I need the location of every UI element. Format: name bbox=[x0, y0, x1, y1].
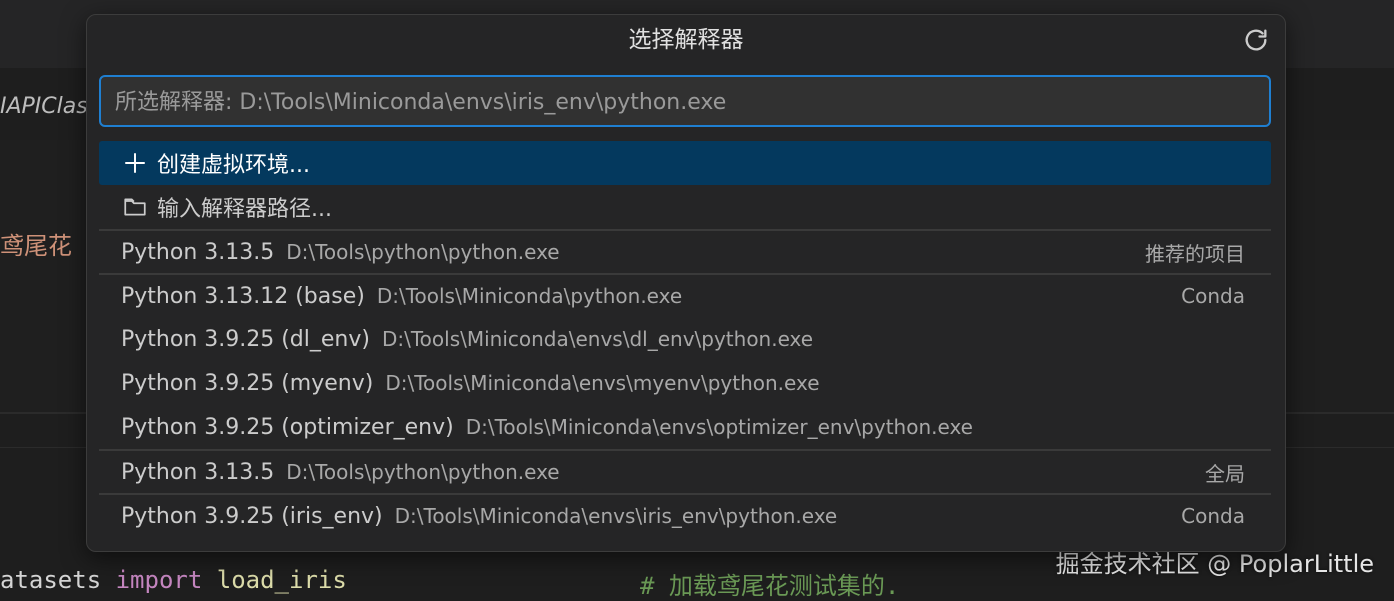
interpreter-group-tag: 推荐的项目 bbox=[1145, 241, 1245, 266]
interpreter-item[interactable]: Python 3.9.25 (iris_env) D:\Tools\Minico… bbox=[99, 493, 1271, 537]
interpreter-name: Python 3.9.25 (dl_env) bbox=[121, 326, 370, 352]
code-line: atasets import load_iris bbox=[0, 566, 347, 594]
create-venv-item[interactable]: 创建虚拟环境... bbox=[99, 141, 1271, 185]
code-comment: # 加载鸢尾花测试集的. bbox=[640, 572, 900, 600]
interpreter-item[interactable]: Python 3.13.5 D:\Tools\python\python.exe… bbox=[99, 229, 1271, 273]
search-box[interactable] bbox=[99, 75, 1271, 127]
interpreter-list: 创建虚拟环境... 输入解释器路径... Python 3.13.5 D:\To… bbox=[99, 141, 1271, 537]
interpreter-name: Python 3.9.25 (optimizer_env) bbox=[121, 414, 454, 440]
interpreter-group-tag: Conda bbox=[1181, 504, 1245, 528]
interpreter-quick-pick: 选择解释器 创建虚拟环境... 输入解释器路径... Python 3.13.5… bbox=[86, 14, 1286, 552]
interpreter-group-tag: Conda bbox=[1181, 284, 1245, 308]
refresh-icon bbox=[1245, 29, 1267, 51]
interpreter-search-input[interactable] bbox=[113, 77, 1257, 127]
plus-icon bbox=[121, 149, 149, 177]
list-item-label: 创建虚拟环境... bbox=[157, 153, 310, 178]
interpreter-path: D:\Tools\Miniconda\python.exe bbox=[376, 284, 683, 308]
interpreter-path: D:\Tools\Miniconda\envs\optimizer_env\py… bbox=[465, 415, 973, 439]
interpreter-path: D:\Tools\Miniconda\envs\dl_env\python.ex… bbox=[381, 327, 814, 351]
folder-icon bbox=[121, 193, 149, 221]
code-token: atasets bbox=[0, 566, 116, 594]
interpreter-item[interactable]: Python 3.9.25 (optimizer_env) D:\Tools\M… bbox=[99, 405, 1271, 449]
interpreter-name: Python 3.9.25 (iris_env) bbox=[121, 503, 383, 529]
interpreter-path: D:\Tools\python\python.exe bbox=[286, 240, 560, 264]
interpreter-item[interactable]: Python 3.9.25 (dl_env) D:\Tools\Minicond… bbox=[99, 317, 1271, 361]
interpreter-item[interactable]: Python 3.13.5 D:\Tools\python\python.exe… bbox=[99, 449, 1271, 493]
interpreter-item[interactable]: Python 3.13.12 (base) D:\Tools\Miniconda… bbox=[99, 273, 1271, 317]
interpreter-name: Python 3.13.12 (base) bbox=[121, 283, 365, 309]
interpreter-item[interactable]: Python 3.9.25 (myenv) D:\Tools\Miniconda… bbox=[99, 361, 1271, 405]
editor-text-fragment: 鸢尾花 bbox=[0, 232, 72, 260]
refresh-button[interactable] bbox=[1241, 25, 1271, 55]
interpreter-name: Python 3.13.5 bbox=[121, 459, 275, 485]
interpreter-name: Python 3.9.25 (myenv) bbox=[121, 370, 374, 396]
interpreter-path: D:\Tools\Miniconda\envs\myenv\python.exe bbox=[385, 371, 820, 395]
list-item-label: 输入解释器路径... bbox=[157, 197, 332, 222]
interpreter-path: D:\Tools\python\python.exe bbox=[286, 460, 560, 484]
code-token-function: load_iris bbox=[202, 566, 347, 594]
interpreter-name: Python 3.13.5 bbox=[121, 239, 275, 265]
code-keyword: import bbox=[115, 566, 203, 594]
enter-interpreter-path-item[interactable]: 输入解释器路径... bbox=[99, 185, 1271, 229]
breadcrumb-text: IAPIClas bbox=[0, 94, 88, 119]
interpreter-group-tag: 全局 bbox=[1205, 461, 1245, 486]
interpreter-path: D:\Tools\Miniconda\envs\iris_env\python.… bbox=[394, 504, 838, 528]
picker-title: 选择解释器 bbox=[628, 27, 744, 53]
